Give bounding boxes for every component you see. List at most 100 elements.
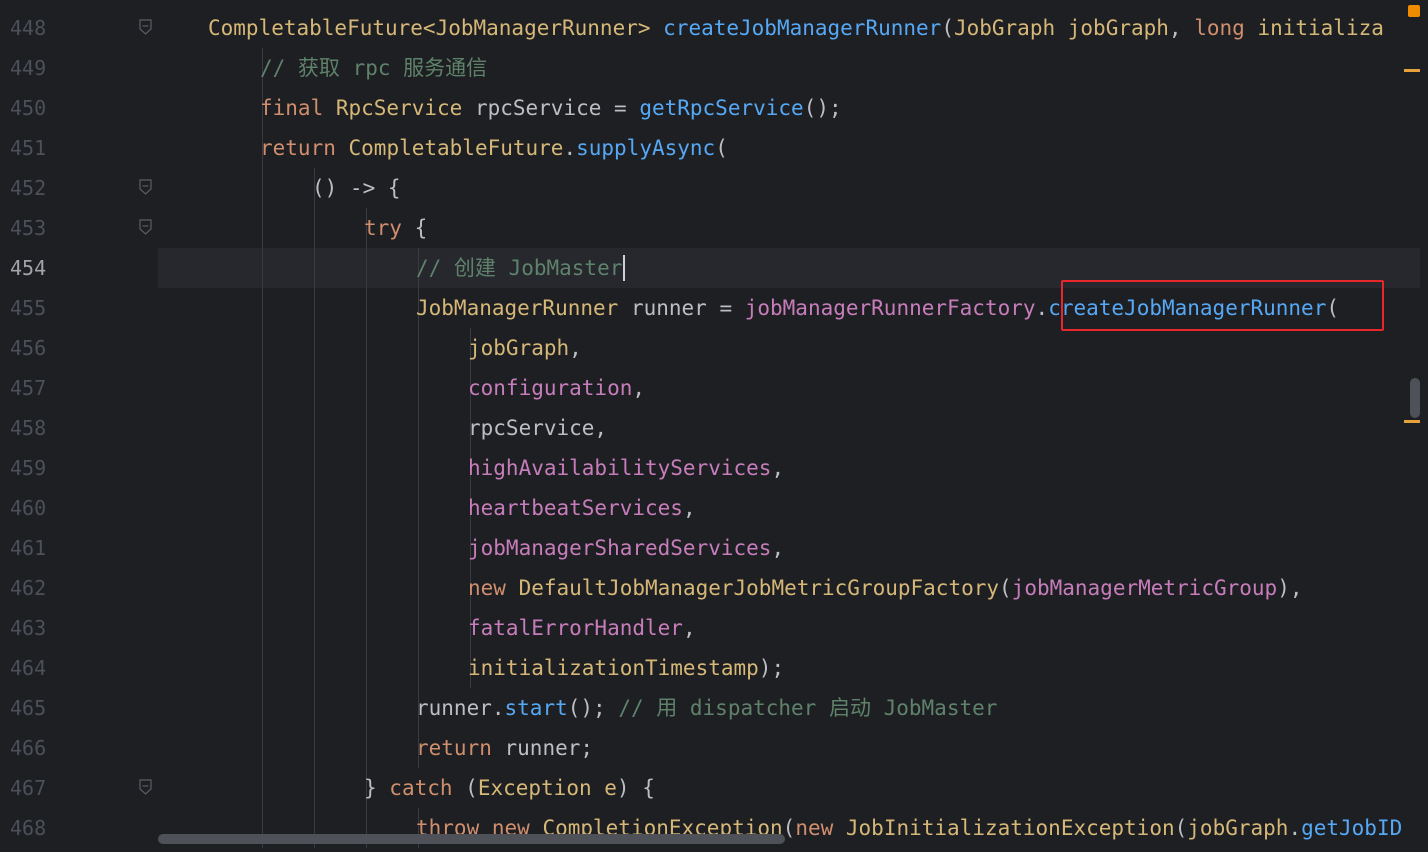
indent-guide [418, 488, 419, 528]
indent-guide [314, 608, 315, 648]
line-number[interactable]: 458 [10, 408, 46, 448]
indent-guide [314, 768, 315, 808]
indent-guide [262, 728, 263, 768]
line-number[interactable]: 449 [10, 48, 46, 88]
code-line[interactable]: fatalErrorHandler, [158, 608, 1420, 648]
code-line[interactable]: jobGraph, [158, 328, 1420, 368]
code-token: heartbeatServices [468, 496, 683, 520]
line-number[interactable]: 448 [10, 8, 46, 48]
line-number[interactable]: 468 [10, 808, 46, 848]
code-token: , [771, 456, 785, 480]
code-line[interactable]: highAvailabilityServices, [158, 448, 1420, 488]
code-line[interactable]: configuration, [158, 368, 1420, 408]
code-line[interactable]: () -> { [158, 168, 1420, 208]
code-token: try [364, 216, 415, 240]
code-text: rpcService, [468, 408, 607, 448]
code-line[interactable]: // 获取 rpc 服务通信 [158, 48, 1420, 88]
line-number[interactable]: 451 [10, 128, 46, 168]
code-line[interactable]: try { [158, 208, 1420, 248]
code-token: ) { [616, 776, 655, 800]
line-number[interactable]: 462 [10, 568, 46, 608]
code-token: configuration [468, 376, 633, 400]
indent-guide [314, 448, 315, 488]
line-number[interactable]: 461 [10, 528, 46, 568]
line-number[interactable]: 464 [10, 648, 46, 688]
gutter-row: 457 [0, 368, 158, 408]
line-number[interactable]: 467 [10, 768, 46, 808]
highlight-annotation-box [1061, 280, 1384, 331]
gutter-row: 460 [0, 488, 158, 528]
gutter-row: 466 [0, 728, 158, 768]
fold-icon[interactable] [139, 219, 152, 235]
indent-guide [366, 568, 367, 608]
code-token: ( [465, 776, 478, 800]
code-token: ), [1277, 576, 1303, 600]
code-line[interactable]: } catch (Exception e) { [158, 768, 1420, 808]
code-line[interactable]: final RpcService rpcService = getRpcServ… [158, 88, 1420, 128]
vertical-scrollbar-thumb[interactable] [1410, 378, 1420, 418]
code-token: e [604, 776, 617, 800]
line-number[interactable]: 457 [10, 368, 46, 408]
code-line[interactable]: runner.start(); // 用 dispatcher 启动 JobMa… [158, 688, 1420, 728]
code-line[interactable]: CompletableFuture<JobManagerRunner> crea… [158, 8, 1420, 48]
indent-guide [418, 568, 419, 608]
horizontal-scrollbar[interactable] [158, 834, 785, 844]
code-line[interactable]: jobManagerSharedServices, [158, 528, 1420, 568]
code-line[interactable]: new DefaultJobManagerJobMetricGroupFacto… [158, 568, 1420, 608]
code-line[interactable]: rpcService, [158, 408, 1420, 448]
code-text: return CompletableFuture.supplyAsync( [260, 128, 728, 168]
error-stripe[interactable] [1420, 0, 1428, 852]
line-number[interactable]: 455 [10, 288, 46, 328]
line-number[interactable]: 454 [10, 248, 46, 288]
code-token: , [1168, 16, 1195, 40]
indent-guide [366, 488, 367, 528]
code-text: highAvailabilityServices, [468, 448, 784, 488]
fold-icon[interactable] [139, 19, 152, 35]
line-number[interactable]: 466 [10, 728, 46, 768]
indent-guide [262, 208, 263, 248]
line-number[interactable]: 456 [10, 328, 46, 368]
gutter-row: 458 [0, 408, 158, 448]
code-token: return [416, 736, 505, 760]
code-token: , [682, 496, 696, 520]
code-text: } catch (Exception e) { [364, 768, 655, 808]
warning-icon[interactable] [1408, 5, 1420, 17]
indent-guide [314, 728, 315, 768]
indent-guide [366, 448, 367, 488]
line-number[interactable]: 460 [10, 488, 46, 528]
indent-guide [262, 288, 263, 328]
code-text: final RpcService rpcService = getRpcServ… [260, 88, 842, 128]
indent-guide [366, 328, 367, 368]
line-number[interactable]: 465 [10, 688, 46, 728]
fold-icon[interactable] [139, 779, 152, 795]
warning-marker[interactable] [1404, 69, 1420, 72]
warning-marker[interactable] [1404, 420, 1420, 423]
text-caret [623, 255, 625, 281]
line-number-gutter[interactable]: 448 449 450 451 452 453 454 455 456 457 458 459 460 4… [0, 0, 158, 852]
fold-icon[interactable] [139, 179, 152, 195]
code-line[interactable]: initializationTimestamp); [158, 648, 1420, 688]
line-number[interactable]: 463 [10, 608, 46, 648]
code-editor[interactable]: 448 449 450 451 452 453 454 455 456 457 458 459 460 4… [0, 0, 1428, 852]
gutter-row: 449 [0, 48, 158, 88]
code-token: jobGraph [1067, 16, 1169, 40]
line-number[interactable]: 453 [10, 208, 46, 248]
code-token: jobGraph [468, 336, 570, 360]
line-number[interactable]: 459 [10, 448, 46, 488]
code-token: , [771, 536, 785, 560]
code-token: new [468, 576, 519, 600]
code-token: // 创建 JobMaster [416, 256, 623, 280]
indent-guide [262, 328, 263, 368]
code-line[interactable]: return CompletableFuture.supplyAsync( [158, 128, 1420, 168]
code-token: { [414, 216, 428, 240]
code-line[interactable]: return runner; [158, 728, 1420, 768]
indent-guide [418, 448, 419, 488]
code-token: JobGraph [953, 16, 1068, 40]
indent-guide [314, 248, 315, 288]
line-number[interactable]: 450 [10, 88, 46, 128]
indent-guide [366, 728, 367, 768]
code-text: initializationTimestamp); [468, 648, 784, 688]
code-line[interactable]: heartbeatServices, [158, 488, 1420, 528]
line-number[interactable]: 452 [10, 168, 46, 208]
code-area[interactable]: CompletableFuture<JobManagerRunner> crea… [158, 0, 1420, 852]
